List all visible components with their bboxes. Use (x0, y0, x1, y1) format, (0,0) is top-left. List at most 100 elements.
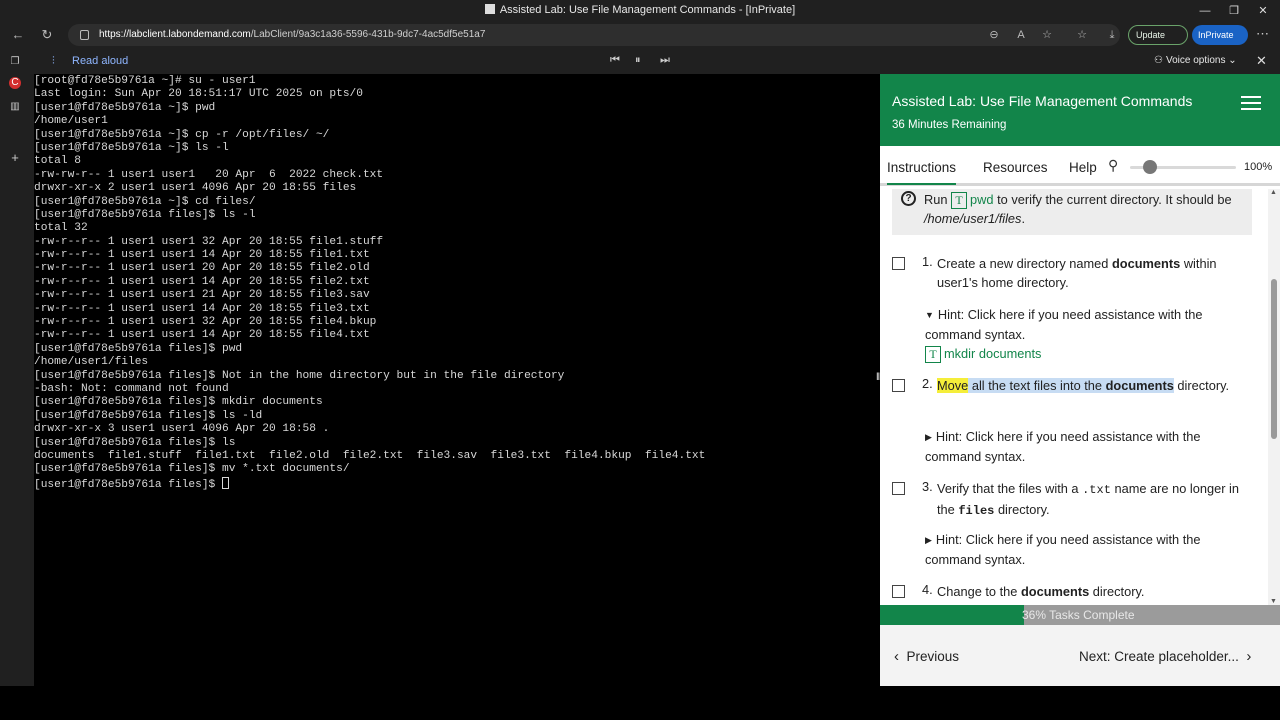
more-menu-icon[interactable]: ⋯ (1256, 26, 1269, 42)
lab-tab-icon[interactable]: ▥ (9, 101, 21, 113)
hamburger-menu-icon[interactable] (1241, 96, 1261, 110)
panel-header: Assisted Lab: Use File Management Comman… (880, 74, 1280, 146)
terminal-line: /home/user1/files (34, 356, 149, 369)
voice-options-button[interactable]: ⚇ Voice options ⌄ (1154, 55, 1237, 66)
next-paragraph-icon[interactable]: ⏭ (660, 54, 670, 67)
terminal-cursor (221, 476, 229, 489)
scrollbar-thumb[interactable] (1271, 279, 1277, 439)
terminal-line: [user1@fd78e5b9761a ~]$ cp -r /opt/files… (34, 128, 330, 141)
zoom-slider-thumb[interactable] (1142, 160, 1157, 174)
terminal-line: -rw-r--r-- 1 user1 user1 14 Apr 20 18:55… (34, 275, 370, 288)
terminal-line: [user1@fd78e5b9761a files]$ ls -ld (34, 409, 263, 422)
terminal-line: -rw-r--r-- 1 user1 user1 20 Apr 20 18:55… (34, 262, 370, 275)
back-button[interactable]: ← (8, 26, 28, 44)
hint-toggle[interactable]: ▶ Hint: Click here if you need assistance… (925, 530, 1243, 569)
terminal-line: [root@fd78e5b9761a ~]# su - user1 (34, 75, 256, 87)
terminal-line: [user1@fd78e5b9761a files]$ (34, 476, 880, 491)
address-bar[interactable]: https://labclient.labondemand.com/LabCli… (68, 24, 1120, 46)
task-checkbox[interactable] (892, 482, 905, 495)
close-window-button[interactable]: ✕ (1251, 2, 1275, 20)
hint-command[interactable]: mkdir documents (944, 346, 1041, 361)
tab-help[interactable]: Help (1069, 160, 1097, 175)
type-text-icon[interactable]: T (951, 192, 968, 209)
triangle-right-icon: ▶ (925, 535, 932, 545)
task-checkbox[interactable] (892, 257, 905, 270)
terminal-line: [user1@fd78e5b9761a ~]$ ls -l (34, 141, 229, 154)
url-path: /LabClient/9a3c1a36-5596-431b-9dc7-4ac5d… (250, 29, 486, 40)
url-host: https://labclient.labondemand.com (99, 29, 251, 40)
task-text: Verify that the files with a .txt name a… (937, 481, 1239, 518)
maximize-button[interactable]: ❐ (1222, 2, 1246, 20)
terminal-line: [user1@fd78e5b9761a files]$ pwd (34, 342, 243, 355)
task-text: Move all the text files into the documen… (937, 378, 1230, 393)
lab-instructions-panel: Assisted Lab: Use File Management Comman… (880, 74, 1280, 686)
zoom-value: 100% (1244, 161, 1273, 173)
read-aloud-label[interactable]: Read aloud (72, 55, 128, 67)
minimize-button[interactable]: — (1193, 2, 1217, 20)
note-command[interactable]: pwd (970, 192, 993, 207)
pause-icon[interactable]: ⏸ (635, 54, 641, 67)
lock-icon (80, 30, 89, 40)
zoom-search-icon: ⚲ (1108, 157, 1119, 173)
chevron-right-icon: › (1246, 648, 1252, 665)
refresh-button[interactable]: ↻ (37, 26, 57, 44)
tab-favicon-icon[interactable]: C (9, 77, 21, 89)
task-checkbox[interactable] (892, 585, 905, 598)
terminal-line: total 32 (34, 222, 88, 235)
new-tab-icon[interactable]: + (9, 151, 21, 164)
terminal-line: [user1@fd78e5b9761a ~]$ pwd (34, 101, 216, 114)
tab-instructions[interactable]: Instructions (887, 160, 957, 185)
read-aloud-bar: ⫶ Read aloud ⏮ ⏸ ⏭ ⚇ Voice options ⌄ ✕ (30, 48, 1280, 74)
terminal-line: Last login: Sun Apr 20 18:51:17 UTC 2025… (34, 88, 363, 101)
progress-label: 36% Tasks Complete (1022, 608, 1135, 622)
terminal-line: drwxr-xr-x 3 user1 user1 4096 Apr 20 18:… (34, 423, 330, 436)
panel-tabs: Instructions Resources Help ⚲ 100% (880, 146, 1280, 186)
panel-footer: ‹ Previous Next: Create placeholder... › (880, 625, 1280, 686)
highlighted-word: Move (937, 378, 969, 393)
hint-toggle-expanded[interactable]: ▼ Hint: Click here if you need assistance… (925, 305, 1243, 363)
terminal-line: /home/user1 (34, 115, 108, 128)
instructions-scrollbar[interactable]: ▲ ▼ (1268, 189, 1280, 605)
close-read-aloud-icon[interactable]: ✕ (1256, 53, 1267, 69)
terminal-line: [user1@fd78e5b9761a files]$ ls -l (34, 208, 256, 221)
terminal-line: -rw-r--r-- 1 user1 user1 14 Apr 20 18:55… (34, 302, 370, 315)
terminal-line: [user1@fd78e5b9761a ~]$ cd files/ (34, 195, 256, 208)
zoom-icon[interactable]: ⊖ (986, 27, 1002, 43)
favorite-star-icon[interactable]: ☆ (1039, 27, 1055, 43)
scroll-up-icon[interactable]: ▲ (1270, 189, 1277, 196)
terminal-line: [user1@fd78e5b9761a files]$ Not in the h… (34, 369, 565, 382)
downloads-icon[interactable]: ⤓ (1104, 27, 1120, 43)
previous-button[interactable]: ‹ Previous (894, 648, 959, 665)
bottom-strip (0, 686, 1280, 720)
terminal-line: -rw-r--r-- 1 user1 user1 14 Apr 20 18:55… (34, 329, 370, 342)
tab-actions-icon[interactable]: ❐ (9, 56, 21, 68)
task-text: Create a new directory named documents w… (937, 256, 1217, 290)
task-checkbox[interactable] (892, 379, 905, 392)
terminal-line: -bash: Not: command not found (34, 382, 229, 395)
triangle-down-icon: ▼ (925, 310, 934, 320)
instructions-content: ? Run Tpwd to verify the current directo… (880, 189, 1268, 605)
terminal-line: -rw-r--r-- 1 user1 user1 32 Apr 20 18:55… (34, 316, 377, 329)
task-progress-bar: 36% Tasks Complete (880, 605, 1280, 625)
voice-icon: ⚇ (1154, 55, 1163, 66)
terminal-console[interactable]: [root@fd78e5b9761a ~]# su - user1 Last lo… (34, 74, 880, 686)
next-button[interactable]: Next: Create placeholder... › (1079, 648, 1251, 665)
terminal-line: [user1@fd78e5b9761a files]$ ls (34, 436, 236, 449)
terminal-line: drwxr-xr-x 2 user1 user1 4096 Apr 20 18:… (34, 182, 357, 195)
hint-toggle[interactable]: ▶ Hint: Click here if you need assistance… (925, 427, 1243, 466)
note-path: /home/user1/files (924, 211, 1022, 226)
read-aloud-icon[interactable]: A (1013, 27, 1029, 43)
update-button[interactable]: Update (1128, 25, 1188, 45)
window-title-bar: Assisted Lab: Use File Management Comman… (0, 0, 1280, 22)
window-title: Assisted Lab: Use File Management Comman… (499, 4, 796, 16)
inprivate-button[interactable]: InPrivate (1192, 25, 1248, 45)
scroll-down-icon[interactable]: ▼ (1270, 598, 1277, 605)
terminal-line: -rw-r--r-- 1 user1 user1 32 Apr 20 18:55… (34, 235, 384, 248)
terminal-line: total 8 (34, 155, 81, 168)
tab-resources[interactable]: Resources (983, 160, 1048, 175)
previous-paragraph-icon[interactable]: ⏮ (610, 54, 620, 67)
task-text: Change to the documents directory. (937, 584, 1145, 599)
type-text-icon[interactable]: T (925, 346, 941, 363)
read-aloud-waves-icon: ⫶ (52, 55, 55, 67)
collections-icon[interactable]: ☆ (1074, 27, 1090, 43)
